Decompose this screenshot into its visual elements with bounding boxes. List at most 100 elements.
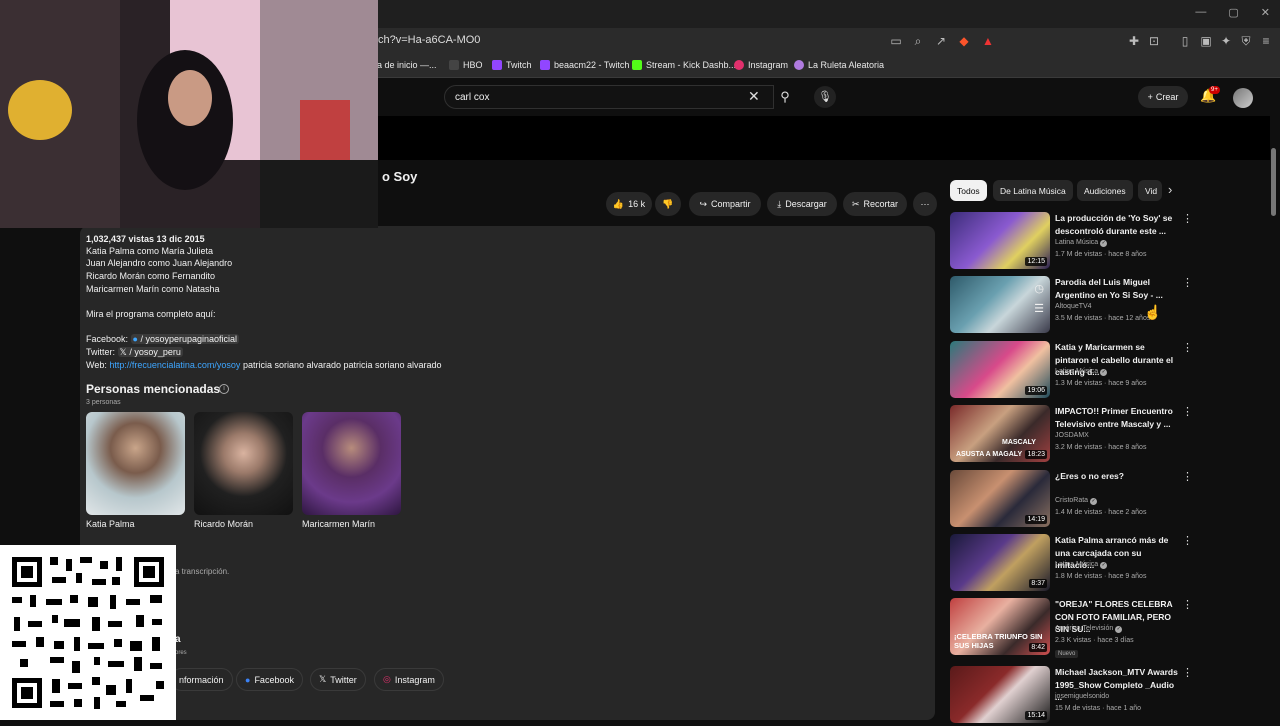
leo-ai-icon[interactable]: ✦ — [1219, 34, 1233, 48]
list-item[interactable]: 19:06 Katia y Maricarmen se pintaron el … — [950, 341, 1200, 401]
search-icon[interactable]: ⚲ — [772, 85, 798, 109]
info-icon[interactable]: i — [219, 384, 229, 394]
more-vert-icon[interactable]: ⋮ — [1182, 276, 1193, 289]
share-page-icon[interactable]: ↗ — [934, 34, 948, 48]
video-thumbnail[interactable]: MASCALY ASUSTA A MAGALY 18:23 — [950, 405, 1050, 462]
thumbnail-text: MASCALY — [1002, 439, 1036, 446]
facebook-line: Facebook: ● / yosoyperupaginaoficial — [86, 334, 240, 344]
list-item[interactable]: ¡CELEBRA TRIUNFO SIN SUS HIJAS 8:42 "ORE… — [950, 598, 1200, 658]
cast-line: Juan Alejandro como Juan Alejandro — [86, 258, 233, 268]
sidebar-icon[interactable]: ▯ — [1178, 34, 1192, 48]
list-item[interactable]: 8:37 Katia Palma arrancó más de una carc… — [950, 534, 1200, 594]
video-thumbnail[interactable]: 14:19 — [950, 470, 1050, 527]
x-icon: 𝕏 — [119, 347, 127, 357]
video-thumbnail[interactable]: ◷ ☰ — [950, 276, 1050, 333]
facebook-button[interactable]: ● Facebook — [236, 668, 303, 691]
instagram-button[interactable]: ◎ Instagram — [374, 668, 444, 691]
facebook-handle-link[interactable]: / yosoyperupaginaoficial — [141, 334, 238, 344]
bookmark-hbo[interactable]: HBO — [449, 60, 483, 70]
bookmark-ruleta[interactable]: La Ruleta Aleatoria — [794, 60, 884, 70]
person-card-image[interactable] — [302, 412, 401, 515]
microphone-icon[interactable]: 🎙 — [814, 86, 836, 108]
twitch-icon — [492, 60, 502, 70]
video-thumbnail[interactable]: 19:06 — [950, 341, 1050, 398]
bookmark-twitch-channel[interactable]: beaacm22 - Twitch — [540, 60, 629, 70]
list-item[interactable]: 15:14 Michael Jackson_MTV Awards 1995_Sh… — [950, 666, 1200, 726]
bookmark-twitch[interactable]: Twitch — [492, 60, 532, 70]
avatar[interactable] — [1233, 88, 1253, 108]
filter-chip-todos[interactable]: Todos — [950, 180, 987, 201]
more-vert-icon[interactable]: ⋮ — [1182, 405, 1193, 418]
like-button[interactable]: 👍 16 k — [606, 192, 652, 216]
more-vert-icon[interactable]: ⋮ — [1182, 470, 1193, 483]
verified-icon: ✓ — [1100, 562, 1108, 569]
information-button[interactable]: nformación — [170, 668, 233, 691]
filter-chip-audiciones[interactable]: Audiciones — [1077, 180, 1133, 201]
twitch-icon — [540, 60, 550, 70]
filter-chip-videos[interactable]: Vid — [1138, 180, 1162, 201]
window-controls: — ▢ ✕ — [1195, 6, 1270, 19]
bookmark-instagram[interactable]: Instagram — [734, 60, 788, 70]
screenshot-icon[interactable]: ⊡ — [1147, 34, 1161, 48]
video-player[interactable] — [378, 116, 1270, 160]
list-item[interactable]: MASCALY ASUSTA A MAGALY 18:23 IMPACTO!! … — [950, 405, 1200, 465]
vpn-icon[interactable]: ⛨ — [1239, 34, 1253, 48]
zoom-icon[interactable]: ⌕ — [911, 34, 925, 48]
twitter-button[interactable]: 𝕏 Twitter — [310, 668, 366, 691]
hbo-icon — [449, 60, 459, 70]
more-vert-icon[interactable]: ⋮ — [1182, 666, 1193, 679]
dislike-button[interactable]: 👎 — [655, 192, 681, 216]
filter-chip-latina-musica[interactable]: De Latina Música — [993, 180, 1073, 201]
maximize-icon[interactable]: ▢ — [1228, 6, 1238, 19]
bookmark-kick[interactable]: Stream - Kick Dashb... — [632, 60, 736, 70]
more-vert-icon[interactable]: ⋮ — [1182, 341, 1193, 354]
person-name[interactable]: Ricardo Morán — [194, 519, 253, 529]
cast-line: Maricarmen Marín como Natasha — [86, 284, 220, 294]
minimize-icon[interactable]: — — [1195, 6, 1206, 19]
rewards-icon[interactable]: ▲ — [981, 34, 995, 48]
page-scrollbar[interactable] — [1271, 148, 1276, 216]
program-line: Mira el programa completo aquí: — [86, 309, 216, 319]
thumbnail-text: ASUSTA A MAGALY — [956, 451, 1023, 458]
twitter-handle-link[interactable]: / yosoy_peru — [129, 347, 181, 357]
search-input[interactable]: carl cox — [444, 85, 774, 109]
list-item[interactable]: 14:19 ¿Eres o no eres? CristoRata ✓ 1.4 M… — [950, 470, 1200, 530]
person-card-image[interactable] — [194, 412, 293, 515]
webcam-overlay — [0, 0, 378, 228]
list-item[interactable]: ◷ ☰ Parodia del Luis Miguel Argentino en … — [950, 276, 1200, 336]
more-vert-icon[interactable]: ⋮ — [1182, 534, 1193, 547]
create-button[interactable]: + Crear — [1138, 86, 1188, 108]
more-vert-icon[interactable]: ⋮ — [1182, 598, 1193, 611]
bookmark-home[interactable]: na de inicio —... — [372, 60, 437, 70]
web-line: Web: http://frecuencialatina.com/yosoy p… — [86, 360, 442, 370]
watch-later-icon[interactable]: ◷ — [1034, 282, 1044, 295]
view-stats: 1,032,437 vistas 13 dic 2015 — [86, 234, 205, 244]
person-name[interactable]: Katia Palma — [86, 519, 135, 529]
menu-icon[interactable]: ≡ — [1259, 34, 1273, 48]
download-button[interactable]: ⤓ Descargar — [767, 192, 837, 216]
share-button[interactable]: ↪ Compartir — [689, 192, 761, 216]
more-actions-button[interactable]: ⋯ — [913, 192, 937, 216]
ruleta-icon — [794, 60, 804, 70]
person-name[interactable]: Maricarmen Marín — [302, 519, 375, 529]
video-thumbnail[interactable]: 12:15 — [950, 212, 1050, 269]
person-card-image[interactable] — [86, 412, 185, 515]
cast-icon[interactable]: ▭ — [889, 34, 903, 48]
url-field[interactable]: ch?v=Ha-a6CA-MO0 — [378, 34, 480, 46]
video-thumbnail[interactable]: 8:37 — [950, 534, 1050, 591]
web-link[interactable]: http://frecuencialatina.com/yosoy — [109, 360, 240, 370]
video-thumbnail[interactable]: ¡CELEBRA TRIUNFO SIN SUS HIJAS 8:42 — [950, 598, 1050, 655]
extensions-icon[interactable]: ✚ — [1127, 34, 1141, 48]
more-vert-icon[interactable]: ⋮ — [1182, 212, 1193, 225]
video-thumbnail[interactable]: 15:14 — [950, 666, 1050, 723]
chevron-right-icon[interactable]: › — [1168, 182, 1172, 197]
list-item[interactable]: 12:15 La producción de 'Yo Soy' se desco… — [950, 212, 1200, 272]
clip-button[interactable]: ✂ Recortar — [843, 192, 907, 216]
thumbs-down-icon: 👎 — [662, 198, 674, 209]
close-icon[interactable]: ✕ — [1261, 6, 1270, 19]
brave-shield-icon[interactable]: ◆ — [957, 34, 971, 48]
wallet-icon[interactable]: ▣ — [1199, 34, 1213, 48]
thumbs-up-icon: 👍 — [612, 198, 625, 209]
clear-search-icon[interactable]: ✕ — [748, 88, 760, 105]
add-to-queue-icon[interactable]: ☰ — [1034, 302, 1044, 315]
